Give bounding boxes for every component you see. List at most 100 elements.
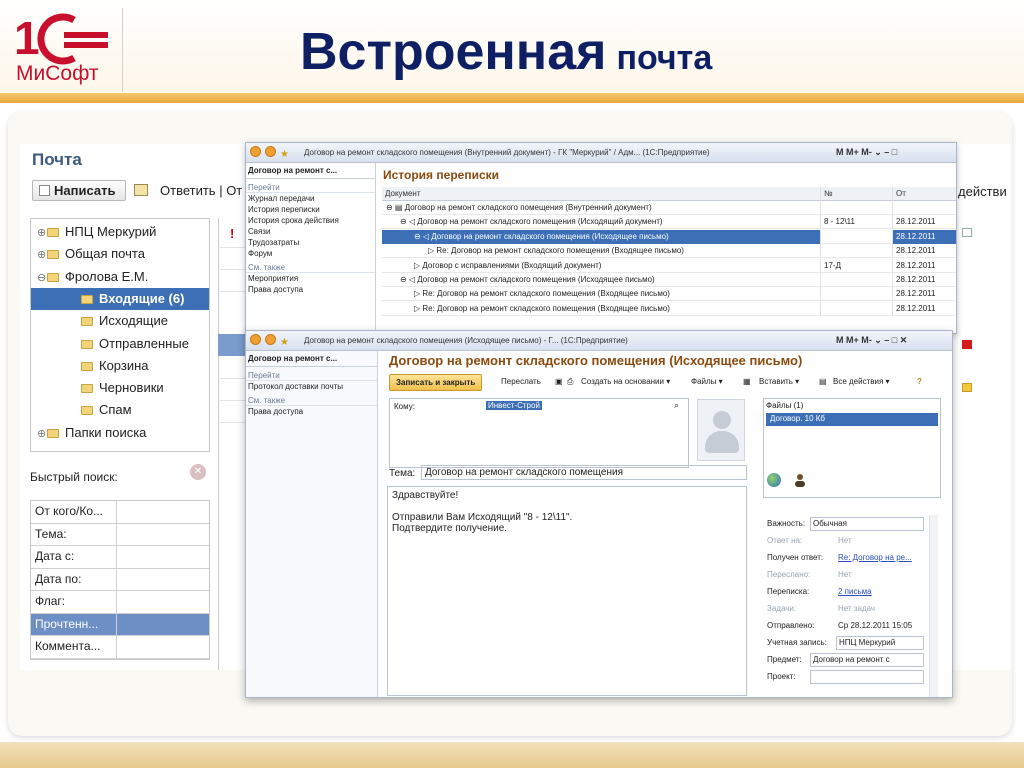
history-row[interactable]: ⊖ ◁ Договор на ремонт складского помещен… xyxy=(382,273,956,287)
col-date[interactable]: От xyxy=(892,187,956,201)
message-body[interactable]: Здравствуйте! Отправили Вам Исходящий "8 … xyxy=(387,486,747,696)
insert-button[interactable]: Вставить ▾ xyxy=(759,377,799,386)
nav-link[interactable]: Связи xyxy=(246,226,375,237)
folder-item[interactable]: Отправленные xyxy=(31,333,209,355)
yellow-flag-icon[interactable] xyxy=(962,383,972,392)
nav-link[interactable]: История переписки xyxy=(246,204,375,215)
print-icon[interactable]: ⎙ xyxy=(567,377,573,387)
files-button[interactable]: Файлы ▾ xyxy=(691,377,723,386)
filter-value[interactable] xyxy=(117,524,209,546)
create-based-button[interactable]: Создать на основании ▾ xyxy=(581,377,670,386)
filter-row[interactable]: Флаг: xyxy=(31,591,209,614)
help-icon[interactable]: ? xyxy=(917,377,922,386)
property-field[interactable] xyxy=(810,670,924,684)
folder-label: Корзина xyxy=(99,357,149,373)
subject-field[interactable]: Договор на ремонт складского помещения xyxy=(421,465,747,480)
filter-label: Дата по: xyxy=(31,568,117,590)
red-flag-icon[interactable] xyxy=(962,340,972,349)
clear-search-icon[interactable]: ✕ xyxy=(190,464,206,480)
property-field[interactable]: НПЦ Меркурий xyxy=(836,636,924,650)
expander-icon[interactable]: ⊖ xyxy=(37,271,47,284)
filter-value[interactable] xyxy=(117,614,209,636)
tools-icon[interactable]: ▤ xyxy=(819,377,827,386)
empty-flag-icon[interactable] xyxy=(962,228,972,237)
folder-item[interactable]: Входящие (6) xyxy=(31,287,209,310)
history-row[interactable]: ⊖ ◁ Договор на ремонт складского помещен… xyxy=(382,229,956,244)
history-row[interactable]: ⊖ ◁ Договор на ремонт складского помещен… xyxy=(382,215,956,230)
star-icon[interactable]: ★ xyxy=(280,149,289,160)
forward-button[interactable]: Переслать xyxy=(501,377,541,386)
recipients-box[interactable]: Кому: Инвест-Строй ⌕ xyxy=(389,398,689,468)
logo-text: МиСофт xyxy=(16,62,99,85)
new-message-icon[interactable] xyxy=(134,184,148,196)
folder-item[interactable]: Корзина xyxy=(31,355,209,377)
expander-icon[interactable]: ⊕ xyxy=(37,226,47,239)
recipient-chip[interactable]: Инвест-Строй xyxy=(486,401,542,410)
window-buttons[interactable]: ★ xyxy=(250,334,289,348)
filter-row[interactable]: Тема: xyxy=(31,523,209,546)
forward-icon[interactable] xyxy=(265,334,276,345)
nav-link[interactable]: Трудозатраты xyxy=(246,237,375,248)
all-actions-button[interactable]: Все действия ▾ xyxy=(833,377,890,386)
insert-image-icon[interactable]: ▦ xyxy=(743,377,751,386)
nav-link[interactable]: Права доступа xyxy=(246,406,377,417)
history-row[interactable]: ▷ Re: Договор на ремонт складского помещ… xyxy=(382,301,956,316)
nav-link[interactable]: Мероприятия xyxy=(246,273,375,284)
letter-nav-panel: Договор на ремонт с... Перейти Протокол … xyxy=(246,351,378,697)
titlebar-controls[interactable]: M M+ M- ⌄ – □ xyxy=(836,147,897,158)
compose-button[interactable]: Написать xyxy=(32,180,126,201)
globe-icon[interactable] xyxy=(767,473,781,487)
nav-link[interactable]: Форум xyxy=(246,248,375,259)
nav-link[interactable]: Права доступа xyxy=(246,284,375,295)
property-field[interactable]: Договор на ремонт с xyxy=(810,653,924,667)
filter-row[interactable]: Дата по: xyxy=(31,568,209,591)
star-icon[interactable]: ★ xyxy=(280,337,289,348)
history-row[interactable]: ▷ Договор с исправлениями (Входящий доку… xyxy=(382,258,956,273)
filter-row[interactable]: Коммента... xyxy=(31,636,209,659)
folder-item[interactable]: ⊕ Папки поиска xyxy=(31,422,209,444)
filter-value[interactable] xyxy=(117,501,209,523)
history-date: 28.12.2011 xyxy=(892,229,956,244)
save-icon[interactable]: ▣ xyxy=(555,377,563,386)
filter-value[interactable] xyxy=(117,591,209,613)
folder-item[interactable]: ⊖ Фролова Е.М. xyxy=(31,266,209,288)
actions-label[interactable]: действи xyxy=(958,184,1007,199)
forward-icon[interactable] xyxy=(265,146,276,157)
folder-item[interactable]: Исходящие xyxy=(31,310,209,332)
back-icon[interactable] xyxy=(250,334,261,345)
reply-button[interactable]: Ответить | От xyxy=(160,183,242,198)
history-row[interactable]: ⊖ ▤ Договор на ремонт складского помещен… xyxy=(382,201,956,215)
property-field[interactable]: Обычная xyxy=(810,517,924,531)
window-buttons[interactable]: ★ xyxy=(250,146,289,160)
filter-value[interactable] xyxy=(117,569,209,591)
save-close-button[interactable]: Записать и закрыть xyxy=(389,374,483,391)
history-row[interactable]: ▷ Re: Договор на ремонт складского помещ… xyxy=(382,244,956,259)
col-doc[interactable]: Документ xyxy=(382,187,820,201)
folder-icon xyxy=(81,294,93,304)
nav-link[interactable]: Журнал передачи xyxy=(246,193,375,204)
nav-link[interactable]: Протокол доставки почты xyxy=(246,381,377,392)
property-link[interactable]: 2 письма xyxy=(838,587,872,596)
titlebar-controls[interactable]: M M+ M- ⌄ – □ ✕ xyxy=(836,335,907,346)
filter-value[interactable] xyxy=(117,546,209,568)
folder-item[interactable]: Черновики xyxy=(31,377,209,399)
nav-head: Договор на ремонт с... xyxy=(246,351,377,367)
filter-row[interactable]: Прочтенн... xyxy=(31,613,209,636)
folder-item[interactable]: ⊕ Общая почта xyxy=(31,243,209,265)
attachment-item[interactable]: Договор. 10 Кб xyxy=(766,413,938,426)
contact-icon[interactable] xyxy=(793,473,807,487)
filter-row[interactable]: Дата с: xyxy=(31,546,209,569)
back-icon[interactable] xyxy=(250,146,261,157)
nav-link[interactable]: История срока действия xyxy=(246,215,375,226)
expander-icon[interactable]: ⊕ xyxy=(37,248,47,261)
expander-icon[interactable]: ⊕ xyxy=(37,427,47,440)
search-icon[interactable]: ⌕ xyxy=(674,400,679,411)
property-link[interactable]: Re: Договор на ре... xyxy=(838,553,912,562)
filter-row[interactable]: От кого/Ко... xyxy=(31,501,209,524)
filter-value[interactable] xyxy=(117,636,209,658)
properties-scrollbar[interactable] xyxy=(929,515,938,697)
col-num[interactable]: № xyxy=(820,187,892,201)
history-row[interactable]: ▷ Re: Договор на ремонт складского помещ… xyxy=(382,287,956,302)
folder-item[interactable]: ⊕ НПЦ Меркурий xyxy=(31,221,209,243)
folder-item[interactable]: Спам xyxy=(31,399,209,421)
